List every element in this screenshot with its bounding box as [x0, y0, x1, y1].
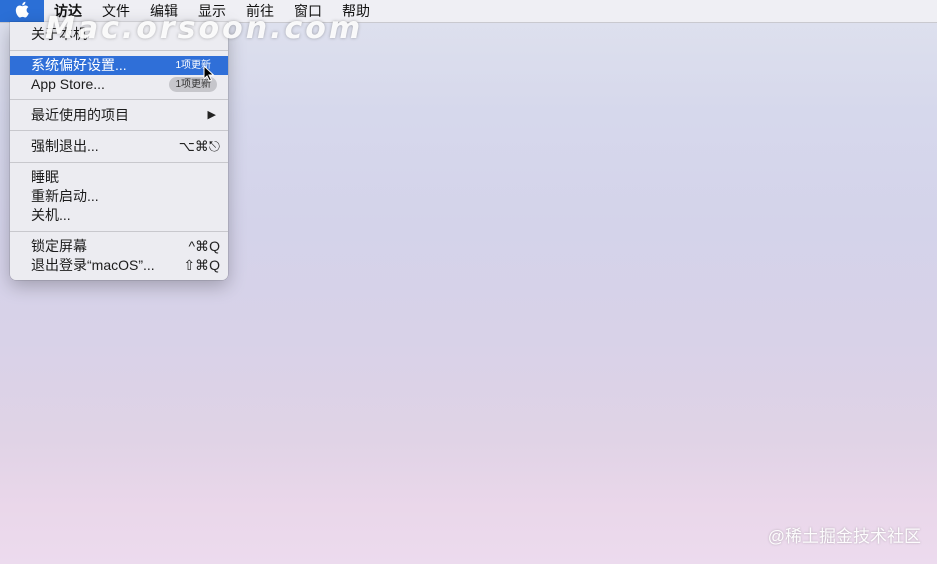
menu-separator — [10, 130, 228, 131]
menu-item-label: 睡眠 — [31, 169, 59, 185]
menu-item-label: 强制退出... — [31, 138, 99, 154]
apple-logo-icon — [15, 1, 29, 21]
menu-item-force-quit[interactable]: 强制退出... ⌥⌘⎋ — [10, 137, 228, 156]
apple-menu-dropdown: 关于本机 系统偏好设置... 1项更新 App Store... 1项更新 最近… — [10, 22, 228, 280]
menu-item-system-preferences[interactable]: 系统偏好设置... 1项更新 — [10, 56, 228, 75]
menu-separator — [10, 231, 228, 232]
shortcut-label: ⌥⌘⎋ — [178, 138, 220, 154]
menu-separator — [10, 99, 228, 100]
mouse-pointer-icon — [203, 64, 215, 87]
apple-menu-button[interactable] — [0, 0, 44, 22]
watermark-juejin: @稀土掘金技术社区 — [767, 527, 921, 546]
menu-item-label: 锁定屏幕 — [31, 238, 87, 254]
menu-item-restart[interactable]: 重新启动... — [10, 187, 228, 206]
menu-item-log-out[interactable]: 退出登录“macOS”... ⇧⌘Q — [10, 256, 228, 275]
menu-item-lock-screen[interactable]: 锁定屏幕 ^⌘Q — [10, 237, 228, 256]
menu-item-shutdown[interactable]: 关机... — [10, 206, 228, 225]
menu-item-label: 退出登录“macOS”... — [31, 257, 155, 273]
menu-item-label: App Store... — [31, 76, 105, 92]
watermark-orsoon: Mac.orsoon.com — [45, 11, 364, 46]
menu-separator — [10, 50, 228, 51]
shortcut-label: ⇧⌘Q — [183, 257, 220, 273]
menu-item-app-store[interactable]: App Store... 1项更新 — [10, 75, 228, 94]
menu-item-label: 系统偏好设置... — [31, 57, 127, 73]
menu-item-recent-items[interactable]: 最近使用的项目 ▶ — [10, 106, 228, 125]
menu-item-label: 关机... — [31, 207, 71, 223]
menu-item-label: 最近使用的项目 — [31, 107, 129, 123]
shortcut-label: ^⌘Q — [188, 238, 220, 254]
menu-separator — [10, 162, 228, 163]
menu-item-label: 重新启动... — [31, 188, 99, 204]
submenu-arrow-icon: ▶ — [207, 109, 216, 121]
menu-item-sleep[interactable]: 睡眠 — [10, 168, 228, 187]
